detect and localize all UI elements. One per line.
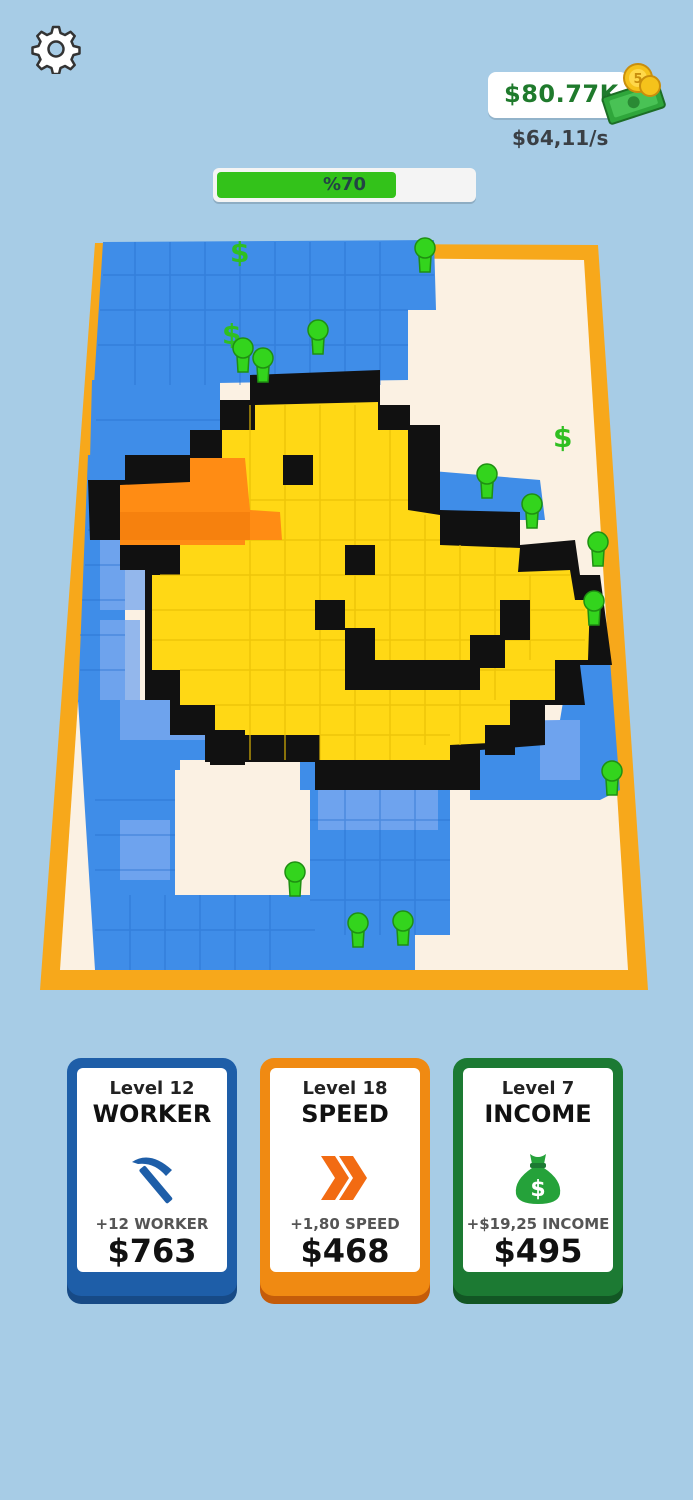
card-level: Level 7 — [501, 1078, 575, 1099]
money-bag-icon: $ — [515, 1154, 561, 1204]
card-bonus: +12 WORKER — [95, 1215, 209, 1233]
card-level: Level 18 — [302, 1078, 388, 1099]
upgrade-card-income[interactable]: Level 7 INCOME $ +$19,25 INCOME $495 — [453, 1058, 623, 1296]
card-face: Level 7 INCOME $ +$19,25 INCOME $495 — [463, 1068, 613, 1272]
card-face: Level 12 WORKER +12 WORKER $763 — [77, 1068, 227, 1272]
card-face: Level 18 SPEED +1,80 SPEED $468 — [270, 1068, 420, 1272]
dollar-sign-icon: $ — [230, 236, 249, 269]
upgrade-card-worker[interactable]: Level 12 WORKER +12 WORKER $763 — [67, 1058, 237, 1296]
dollar-sign-icon: $ — [553, 421, 572, 454]
card-level: Level 12 — [109, 1078, 195, 1099]
card-price: $763 — [107, 1232, 197, 1270]
card-bonus: +1,80 SPEED — [290, 1215, 400, 1233]
card-title: WORKER — [92, 1100, 212, 1128]
card-price: $468 — [300, 1232, 390, 1270]
pickaxe-icon — [132, 1157, 173, 1204]
card-price: $495 — [493, 1232, 583, 1270]
upgrade-card-speed[interactable]: Level 18 SPEED +1,80 SPEED $468 — [260, 1058, 430, 1296]
card-title: INCOME — [484, 1100, 592, 1128]
card-bonus: +$19,25 INCOME — [466, 1215, 610, 1233]
duck-beak-shade — [120, 512, 250, 540]
double-chevron-icon — [321, 1156, 367, 1200]
svg-text:$: $ — [530, 1177, 545, 1202]
card-title: SPEED — [301, 1100, 389, 1128]
game-board[interactable]: $ $ $ — [0, 0, 693, 1000]
